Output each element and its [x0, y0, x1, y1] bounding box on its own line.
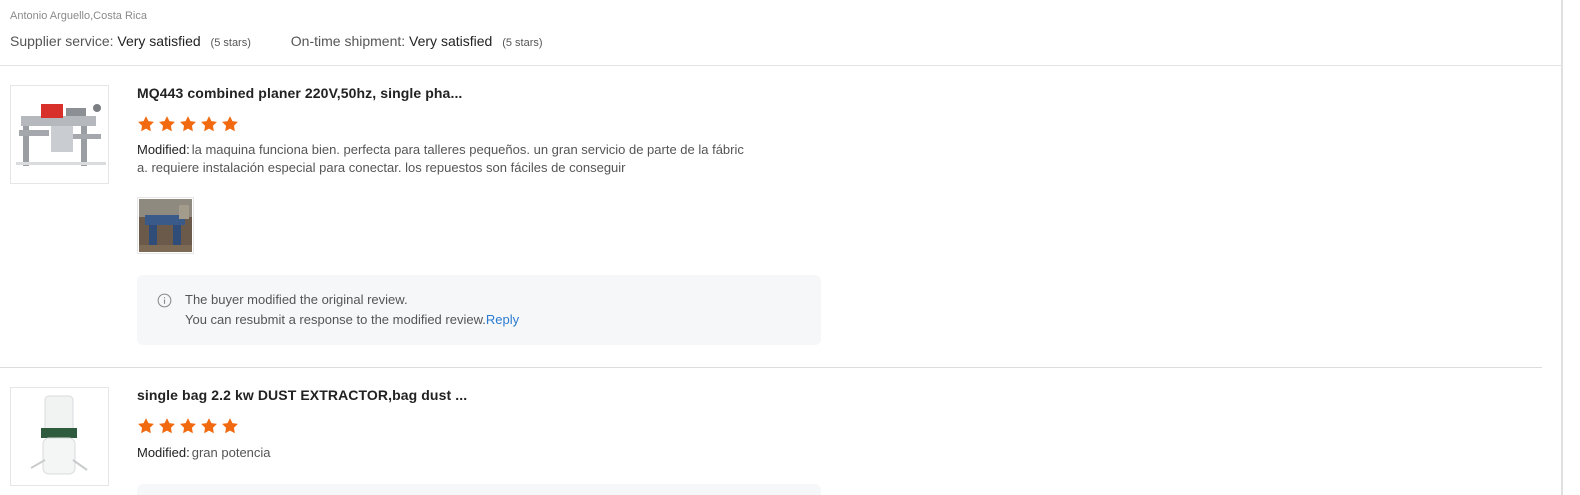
star-icon: [180, 418, 196, 434]
star-icon: [159, 116, 175, 132]
buyer-location: Antonio Arguello,Costa Rica: [10, 10, 147, 22]
star-icon: [138, 418, 154, 434]
comment-text-line1: gran potencia: [191, 445, 271, 460]
star-icon: [159, 418, 175, 434]
review-header: Antonio Arguello,Costa Rica Supplier ser…: [0, 0, 1562, 66]
star-icon: [201, 116, 217, 132]
product-image[interactable]: [10, 387, 109, 486]
star-icon: [222, 116, 238, 132]
notice-text-line2-body: You can resubmit a response to the modif…: [185, 312, 486, 327]
star-icon: [138, 116, 154, 132]
supplier-service-stars: (5 stars): [210, 37, 251, 49]
review-photo[interactable]: [137, 197, 194, 254]
supplier-service-label: Supplier service:: [10, 33, 114, 49]
product-title[interactable]: MQ443 combined planer 220V,50hz, single …: [137, 85, 462, 101]
notice-text-line2: You can resubmit a response to the modif…: [185, 312, 519, 327]
modified-review-notice: The buyer modified the original review. …: [137, 275, 821, 345]
notice-text-line1: The buyer modified the original review.: [185, 292, 408, 307]
star-icon: [201, 418, 217, 434]
comment-label: Modified:: [137, 445, 190, 460]
scrollbar[interactable]: [1561, 0, 1563, 495]
on-time-shipment-value: Very satisfied: [409, 33, 493, 49]
star-icon: [222, 418, 238, 434]
review-comment: Modified: la maquina funciona bien. perfe…: [137, 141, 777, 177]
supplier-service-value: Very satisfied: [117, 33, 201, 49]
comment-text-line2: a. requiere instalación especial para co…: [137, 160, 626, 175]
review-comment: Modified: gran potencia: [137, 444, 777, 462]
supplier-ratings: Supplier service: Very satisfied (5 star…: [10, 33, 579, 49]
star-rating: [137, 115, 239, 133]
supplier-service-rating: Supplier service: Very satisfied (5 star…: [10, 33, 251, 49]
product-image[interactable]: [10, 85, 109, 184]
comment-text-line1: la maquina funciona bien. perfecta para …: [191, 142, 744, 157]
review-item: MQ443 combined planer 220V,50hz, single …: [0, 66, 1542, 368]
info-icon: [157, 293, 172, 308]
reply-link[interactable]: Reply: [486, 312, 519, 327]
on-time-shipment-stars: (5 stars): [502, 37, 543, 49]
on-time-shipment-label: On-time shipment:: [290, 33, 406, 49]
product-title[interactable]: single bag 2.2 kw DUST EXTRACTOR,bag dus…: [137, 387, 467, 403]
star-icon: [180, 116, 196, 132]
star-rating: [137, 417, 239, 435]
on-time-shipment-rating: On-time shipment: Very satisfied (5 star…: [291, 33, 543, 49]
review-item: single bag 2.2 kw DUST EXTRACTOR,bag dus…: [0, 368, 1542, 495]
modified-review-notice: [137, 484, 821, 495]
comment-label: Modified:: [137, 142, 190, 157]
